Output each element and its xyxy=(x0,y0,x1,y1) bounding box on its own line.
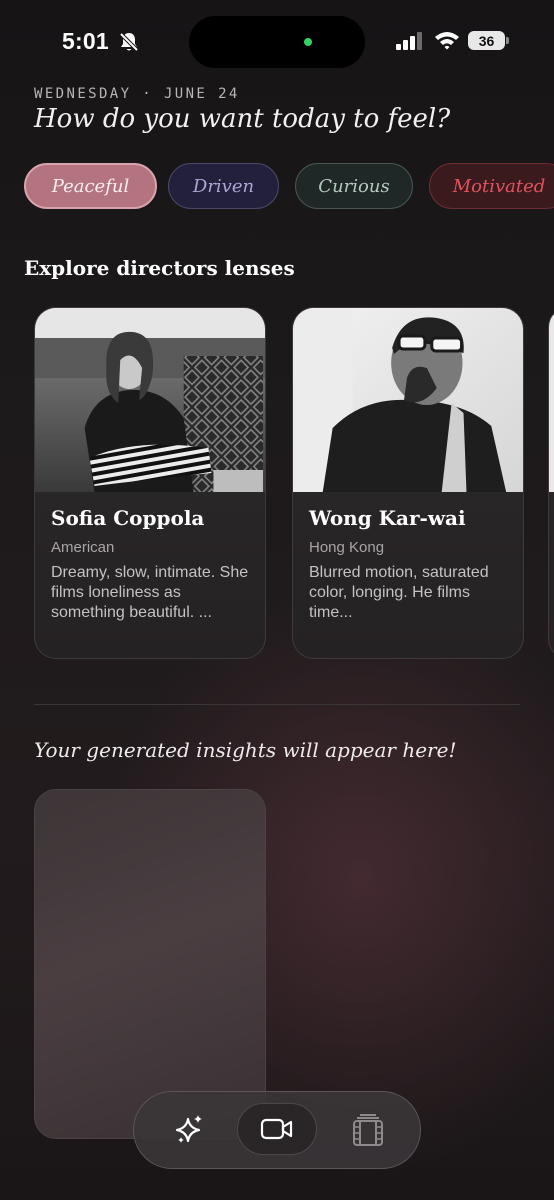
battery-icon: 36 xyxy=(468,31,505,50)
director-card-wong-kar-wai[interactable]: Wong Kar-wai Hong Kong Blurred motion, s… xyxy=(292,307,524,659)
insight-card-placeholder xyxy=(34,789,266,1139)
mood-chip-curious[interactable]: Curious xyxy=(295,163,413,209)
sparkles-icon xyxy=(175,1115,202,1143)
dynamic-island xyxy=(189,16,365,68)
bell-slash-icon xyxy=(118,31,140,57)
mood-chip-driven[interactable]: Driven xyxy=(168,163,279,209)
mood-chips: Peaceful Driven Curious Motivated xyxy=(24,163,554,213)
director-carousel[interactable]: Sofia Coppola American Dreamy, slow, int… xyxy=(0,306,554,666)
date-label: WEDNESDAY · JUNE 24 xyxy=(34,86,240,102)
director-name: Wong Kar-wai xyxy=(309,506,466,530)
section-title: Explore directors lenses xyxy=(24,256,295,280)
sparkles-tab[interactable] xyxy=(160,1092,220,1168)
section-divider xyxy=(34,704,520,705)
video-tab[interactable] xyxy=(237,1103,317,1155)
mood-question: How do you want today to feel? xyxy=(34,104,451,134)
director-description: Blurred motion, saturated color, longing… xyxy=(309,564,489,621)
wifi-icon xyxy=(434,30,460,54)
director-photo xyxy=(35,308,265,492)
mood-chip-peaceful[interactable]: Peaceful xyxy=(24,163,157,209)
bottom-tab-bar xyxy=(133,1091,421,1169)
cellular-signal-icon xyxy=(396,32,424,54)
director-origin: Hong Kong xyxy=(309,539,385,556)
status-time: 5:01 xyxy=(62,28,109,54)
battery-nub xyxy=(506,37,509,44)
camera-in-use-indicator xyxy=(304,38,312,46)
director-card-next-peek[interactable] xyxy=(548,307,554,659)
director-description: Dreamy, slow, intimate. She films loneli… xyxy=(51,564,249,621)
film-tab[interactable] xyxy=(338,1092,398,1168)
insights-placeholder: Your generated insights will appear here… xyxy=(34,738,457,762)
video-camera-icon xyxy=(260,1118,293,1140)
film-strip-icon xyxy=(353,1114,383,1146)
director-origin: American xyxy=(51,539,115,556)
director-photo xyxy=(549,308,554,492)
director-photo xyxy=(293,308,523,492)
mood-chip-motivated[interactable]: Motivated xyxy=(429,163,554,209)
director-card-sofia-coppola[interactable]: Sofia Coppola American Dreamy, slow, int… xyxy=(34,307,266,659)
director-name: Sofia Coppola xyxy=(51,506,205,530)
